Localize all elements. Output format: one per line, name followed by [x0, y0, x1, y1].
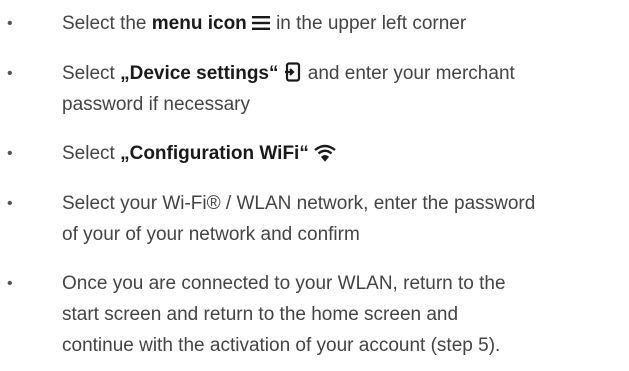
bullet: • — [7, 15, 13, 32]
bullet: • — [7, 275, 13, 292]
step-text: Select — [62, 143, 121, 164]
step-emphasis: menu icon — [151, 13, 247, 34]
step-text: continue with the activation of your acc… — [62, 335, 501, 356]
step-text: Select the — [62, 13, 152, 34]
step-emphasis: „Configuration WiFi“ — [120, 143, 309, 164]
device-settings-icon — [283, 61, 303, 92]
step-text: of your of your network and confirm — [62, 224, 360, 245]
wifi-icon — [313, 141, 337, 172]
step-text: Select — [62, 63, 121, 84]
step-text: in the upper left corner — [270, 13, 467, 34]
step-text: and enter your merchant — [302, 63, 515, 84]
step-text: Select your Wi-Fi® / WLAN network, enter… — [62, 193, 536, 214]
step-emphasis: „Device settings“ — [120, 63, 279, 84]
menu-icon — [251, 11, 271, 42]
bullet: • — [7, 65, 13, 82]
step-text: start screen and return to the home scre… — [62, 304, 459, 325]
bullet: • — [7, 195, 13, 212]
step-text: password if necessary — [62, 94, 250, 115]
step-text: Once you are connected to your WLAN, ret… — [62, 273, 506, 294]
bullet: • — [7, 145, 13, 162]
